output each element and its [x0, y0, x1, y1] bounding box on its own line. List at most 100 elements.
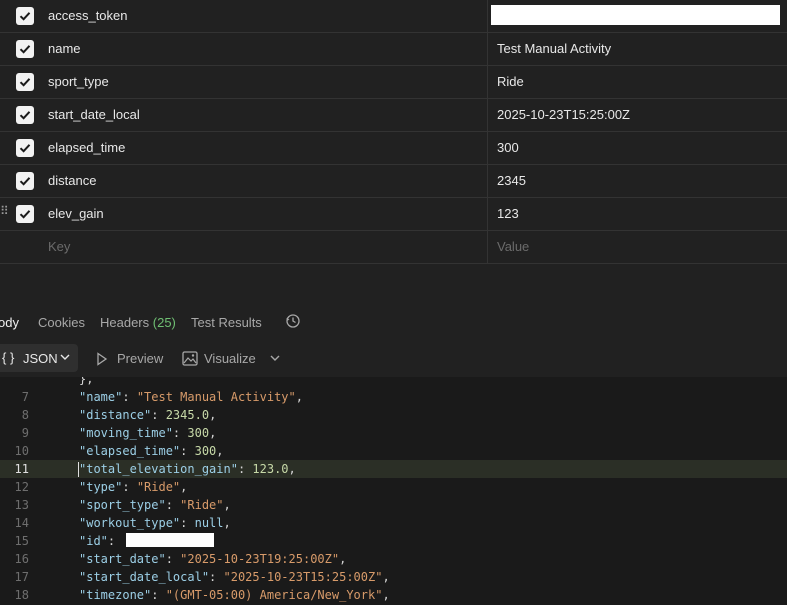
checkmark-icon	[19, 144, 31, 153]
checkmark-icon	[19, 45, 31, 54]
param-checkbox[interactable]	[16, 205, 34, 223]
code-line: 8 "distance": 2345.0,	[0, 406, 787, 424]
preview-button[interactable]: Preview	[117, 351, 163, 366]
param-row: sport_type Ride	[0, 66, 787, 99]
redacted-value	[126, 533, 215, 547]
param-checkbox[interactable]	[16, 73, 34, 91]
json-value: "Ride"	[180, 498, 224, 512]
line-number: 7	[21, 390, 29, 404]
json-braces-icon: { }	[2, 350, 15, 365]
param-value[interactable]: Test Manual Activity	[497, 33, 611, 65]
param-checkbox[interactable]	[16, 40, 34, 58]
json-value: 123.0	[252, 462, 289, 476]
param-key[interactable]: sport_type	[48, 66, 488, 98]
headers-count-badge: (25)	[152, 315, 176, 330]
param-key[interactable]: elapsed_time	[48, 132, 488, 164]
json-key: "total_elevation_gain"	[79, 462, 238, 476]
code-text: "name": "Test Manual Activity",	[79, 390, 303, 404]
json-key: "start_date_local"	[79, 570, 210, 584]
param-value[interactable]: 123	[497, 198, 519, 230]
checkmark-icon	[19, 111, 31, 120]
response-body-editor[interactable]: }, 7 "name": "Test Manual Activity", 8 "dist…	[0, 377, 787, 605]
param-key[interactable]: access_token	[48, 0, 488, 32]
code-line: 7 "name": "Test Manual Activity",	[0, 388, 787, 406]
code-line: 10 "elapsed_time": 300,	[0, 442, 787, 460]
response-tabs: ody Cookies Headers (25) Test Results	[0, 305, 787, 341]
tab-cookies[interactable]: Cookies	[38, 315, 85, 330]
json-key: "timezone"	[79, 588, 152, 602]
response-toolbar: { } JSON Preview Visualize	[0, 341, 787, 377]
json-value: 300	[194, 444, 217, 458]
tab-headers[interactable]: Headers (25)	[100, 315, 176, 330]
play-icon	[97, 352, 108, 366]
param-row-new: Key Value	[0, 231, 787, 264]
code-text: "type": "Ride",	[79, 480, 188, 494]
param-row: start_date_local 2025-10-23T15:25:00Z	[0, 99, 787, 132]
param-value[interactable]: 2025-10-23T15:25:00Z	[497, 99, 630, 131]
json-key: "elapsed_time"	[79, 444, 181, 458]
line-number: 11	[14, 462, 29, 476]
json-key: "type"	[79, 480, 123, 494]
json-value: "2025-10-23T19:25:00Z"	[180, 552, 340, 566]
code-line: 13 "sport_type": "Ride",	[0, 496, 787, 514]
line-number: 8	[21, 408, 29, 422]
code-text: "id":	[79, 532, 215, 550]
code-line: 15 "id":	[0, 532, 787, 550]
line-number: 17	[14, 570, 29, 584]
format-dropdown[interactable]: { } JSON	[0, 344, 78, 372]
line-number: 9	[21, 426, 29, 440]
code-text: "sport_type": "Ride",	[79, 498, 231, 512]
history-icon[interactable]	[285, 313, 301, 329]
checkmark-icon	[19, 12, 31, 21]
param-checkbox[interactable]	[16, 106, 34, 124]
code-text: "workout_type": null,	[79, 516, 231, 530]
param-value[interactable]: 300	[497, 132, 519, 164]
json-key: "sport_type"	[79, 498, 166, 512]
param-value[interactable]: 2345	[497, 165, 526, 197]
json-key: "distance"	[79, 408, 152, 422]
new-key-input[interactable]: Key	[48, 231, 488, 263]
image-icon	[182, 351, 198, 366]
code-line: },	[0, 377, 787, 388]
param-row: access_token	[0, 0, 787, 33]
json-value: null	[194, 516, 224, 530]
chevron-down-icon	[60, 354, 70, 360]
code-text: "distance": 2345.0,	[79, 408, 217, 422]
param-checkbox[interactable]	[16, 139, 34, 157]
json-value: "Ride"	[136, 480, 181, 494]
param-key[interactable]: name	[48, 33, 488, 65]
chevron-down-icon[interactable]	[270, 354, 280, 362]
json-value: 300	[187, 426, 210, 440]
param-row: name Test Manual Activity	[0, 33, 787, 66]
line-number: 16	[14, 552, 29, 566]
line-number: 15	[14, 534, 29, 548]
param-checkbox[interactable]	[16, 172, 34, 190]
drag-handle-icon[interactable]: ⠿	[0, 205, 9, 222]
code-text: "elapsed_time": 300,	[79, 444, 224, 458]
line-number: 18	[14, 588, 29, 602]
param-key[interactable]: start_date_local	[48, 99, 488, 131]
code-text: "start_date_local": "2025-10-23T15:25:00…	[79, 570, 390, 584]
code-text: "total_elevation_gain": 123.0,	[79, 462, 296, 476]
checkmark-icon	[19, 210, 31, 219]
code-line: 11 "total_elevation_gain": 123.0,	[0, 460, 787, 478]
param-value[interactable]: Ride	[497, 66, 524, 98]
tab-test-results[interactable]: Test Results	[191, 315, 262, 330]
param-checkbox[interactable]	[16, 7, 34, 25]
checkmark-icon	[19, 177, 31, 186]
checkmark-icon	[19, 78, 31, 87]
visualize-button[interactable]: Visualize	[204, 351, 256, 366]
text-cursor	[78, 462, 79, 477]
json-value: "(GMT-05:00) America/New_York"	[165, 588, 383, 602]
param-key[interactable]: distance	[48, 165, 488, 197]
param-row: elapsed_time 300	[0, 132, 787, 165]
param-key[interactable]: elev_gain	[48, 198, 488, 230]
json-key: "name"	[79, 390, 123, 404]
code-line: 14 "workout_type": null,	[0, 514, 787, 532]
code-line: 17 "start_date_local": "2025-10-23T15:25:…	[0, 568, 787, 586]
tab-body[interactable]: ody	[0, 315, 19, 330]
param-value-redacted[interactable]	[491, 5, 780, 25]
json-value: 2345.0	[165, 408, 210, 422]
param-row: distance 2345	[0, 165, 787, 198]
new-value-input[interactable]: Value	[497, 231, 529, 263]
